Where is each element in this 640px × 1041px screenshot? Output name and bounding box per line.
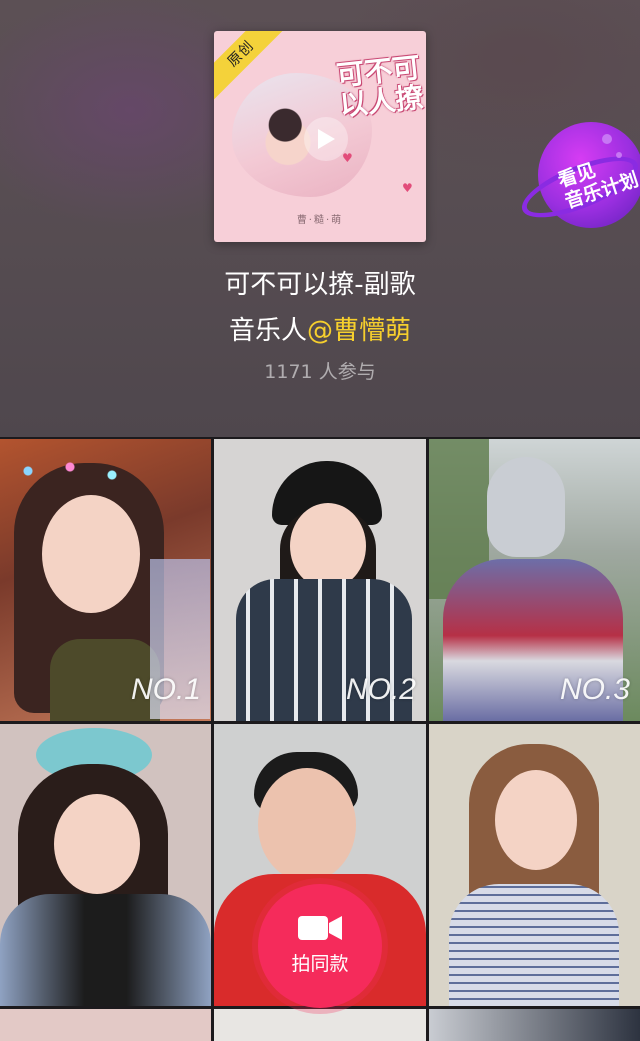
face xyxy=(495,770,577,870)
video-thumbnail[interactable] xyxy=(0,724,211,1006)
album-cover[interactable]: 原创 可不可以人撩 ♥ ♥ 曹·糙·萌 xyxy=(214,31,426,242)
video-thumbnail[interactable] xyxy=(429,724,640,1006)
artist-line: 音乐人@曹懵萌 xyxy=(0,314,640,348)
face xyxy=(42,495,140,613)
cover-title-art: 可不可以人撩 xyxy=(334,50,426,123)
hero-mask xyxy=(487,457,565,557)
song-header: 原创 可不可以人撩 ♥ ♥ 曹·糙·萌 可不可以撩-副歌 音乐人@曹懵萌 117… xyxy=(0,0,640,437)
video-thumbnail[interactable]: NO.1 xyxy=(0,439,211,721)
face xyxy=(54,794,140,894)
face xyxy=(258,768,356,882)
outfit xyxy=(0,894,211,1006)
rank-label: NO.2 xyxy=(345,673,416,706)
artist-name-link[interactable]: @曹懵萌 xyxy=(307,316,411,346)
face xyxy=(290,503,366,589)
sparkle-effect xyxy=(0,451,140,491)
heart-icon: ♥ xyxy=(342,151,353,165)
video-thumbnail[interactable] xyxy=(0,1009,211,1041)
checked-shirt xyxy=(449,884,619,1006)
planet-spot xyxy=(602,134,612,144)
song-title: 可不可以撩-副歌 xyxy=(224,270,416,300)
participant-count: 1171 人参与 xyxy=(264,361,376,383)
shoot-same-button[interactable]: 拍同款 xyxy=(258,884,382,1008)
video-thumbnail[interactable]: NO.2 xyxy=(214,439,426,721)
heart-icon: ♥ xyxy=(402,181,413,195)
rank-label: NO.3 xyxy=(559,673,630,706)
video-thumbnail[interactable] xyxy=(429,1009,640,1041)
cover-artist-label: 曹·糙·萌 xyxy=(296,215,344,226)
shoot-same-label: 拍同款 xyxy=(291,952,349,975)
music-plan-badge[interactable]: 看见 音乐计划 xyxy=(514,116,640,240)
video-thumbnail[interactable]: NO.3 xyxy=(429,439,640,721)
video-thumbnail[interactable] xyxy=(214,1009,426,1041)
rank-label: NO.1 xyxy=(130,673,201,706)
video-camera-icon xyxy=(297,913,343,943)
artist-prefix: 音乐人 xyxy=(228,316,307,346)
